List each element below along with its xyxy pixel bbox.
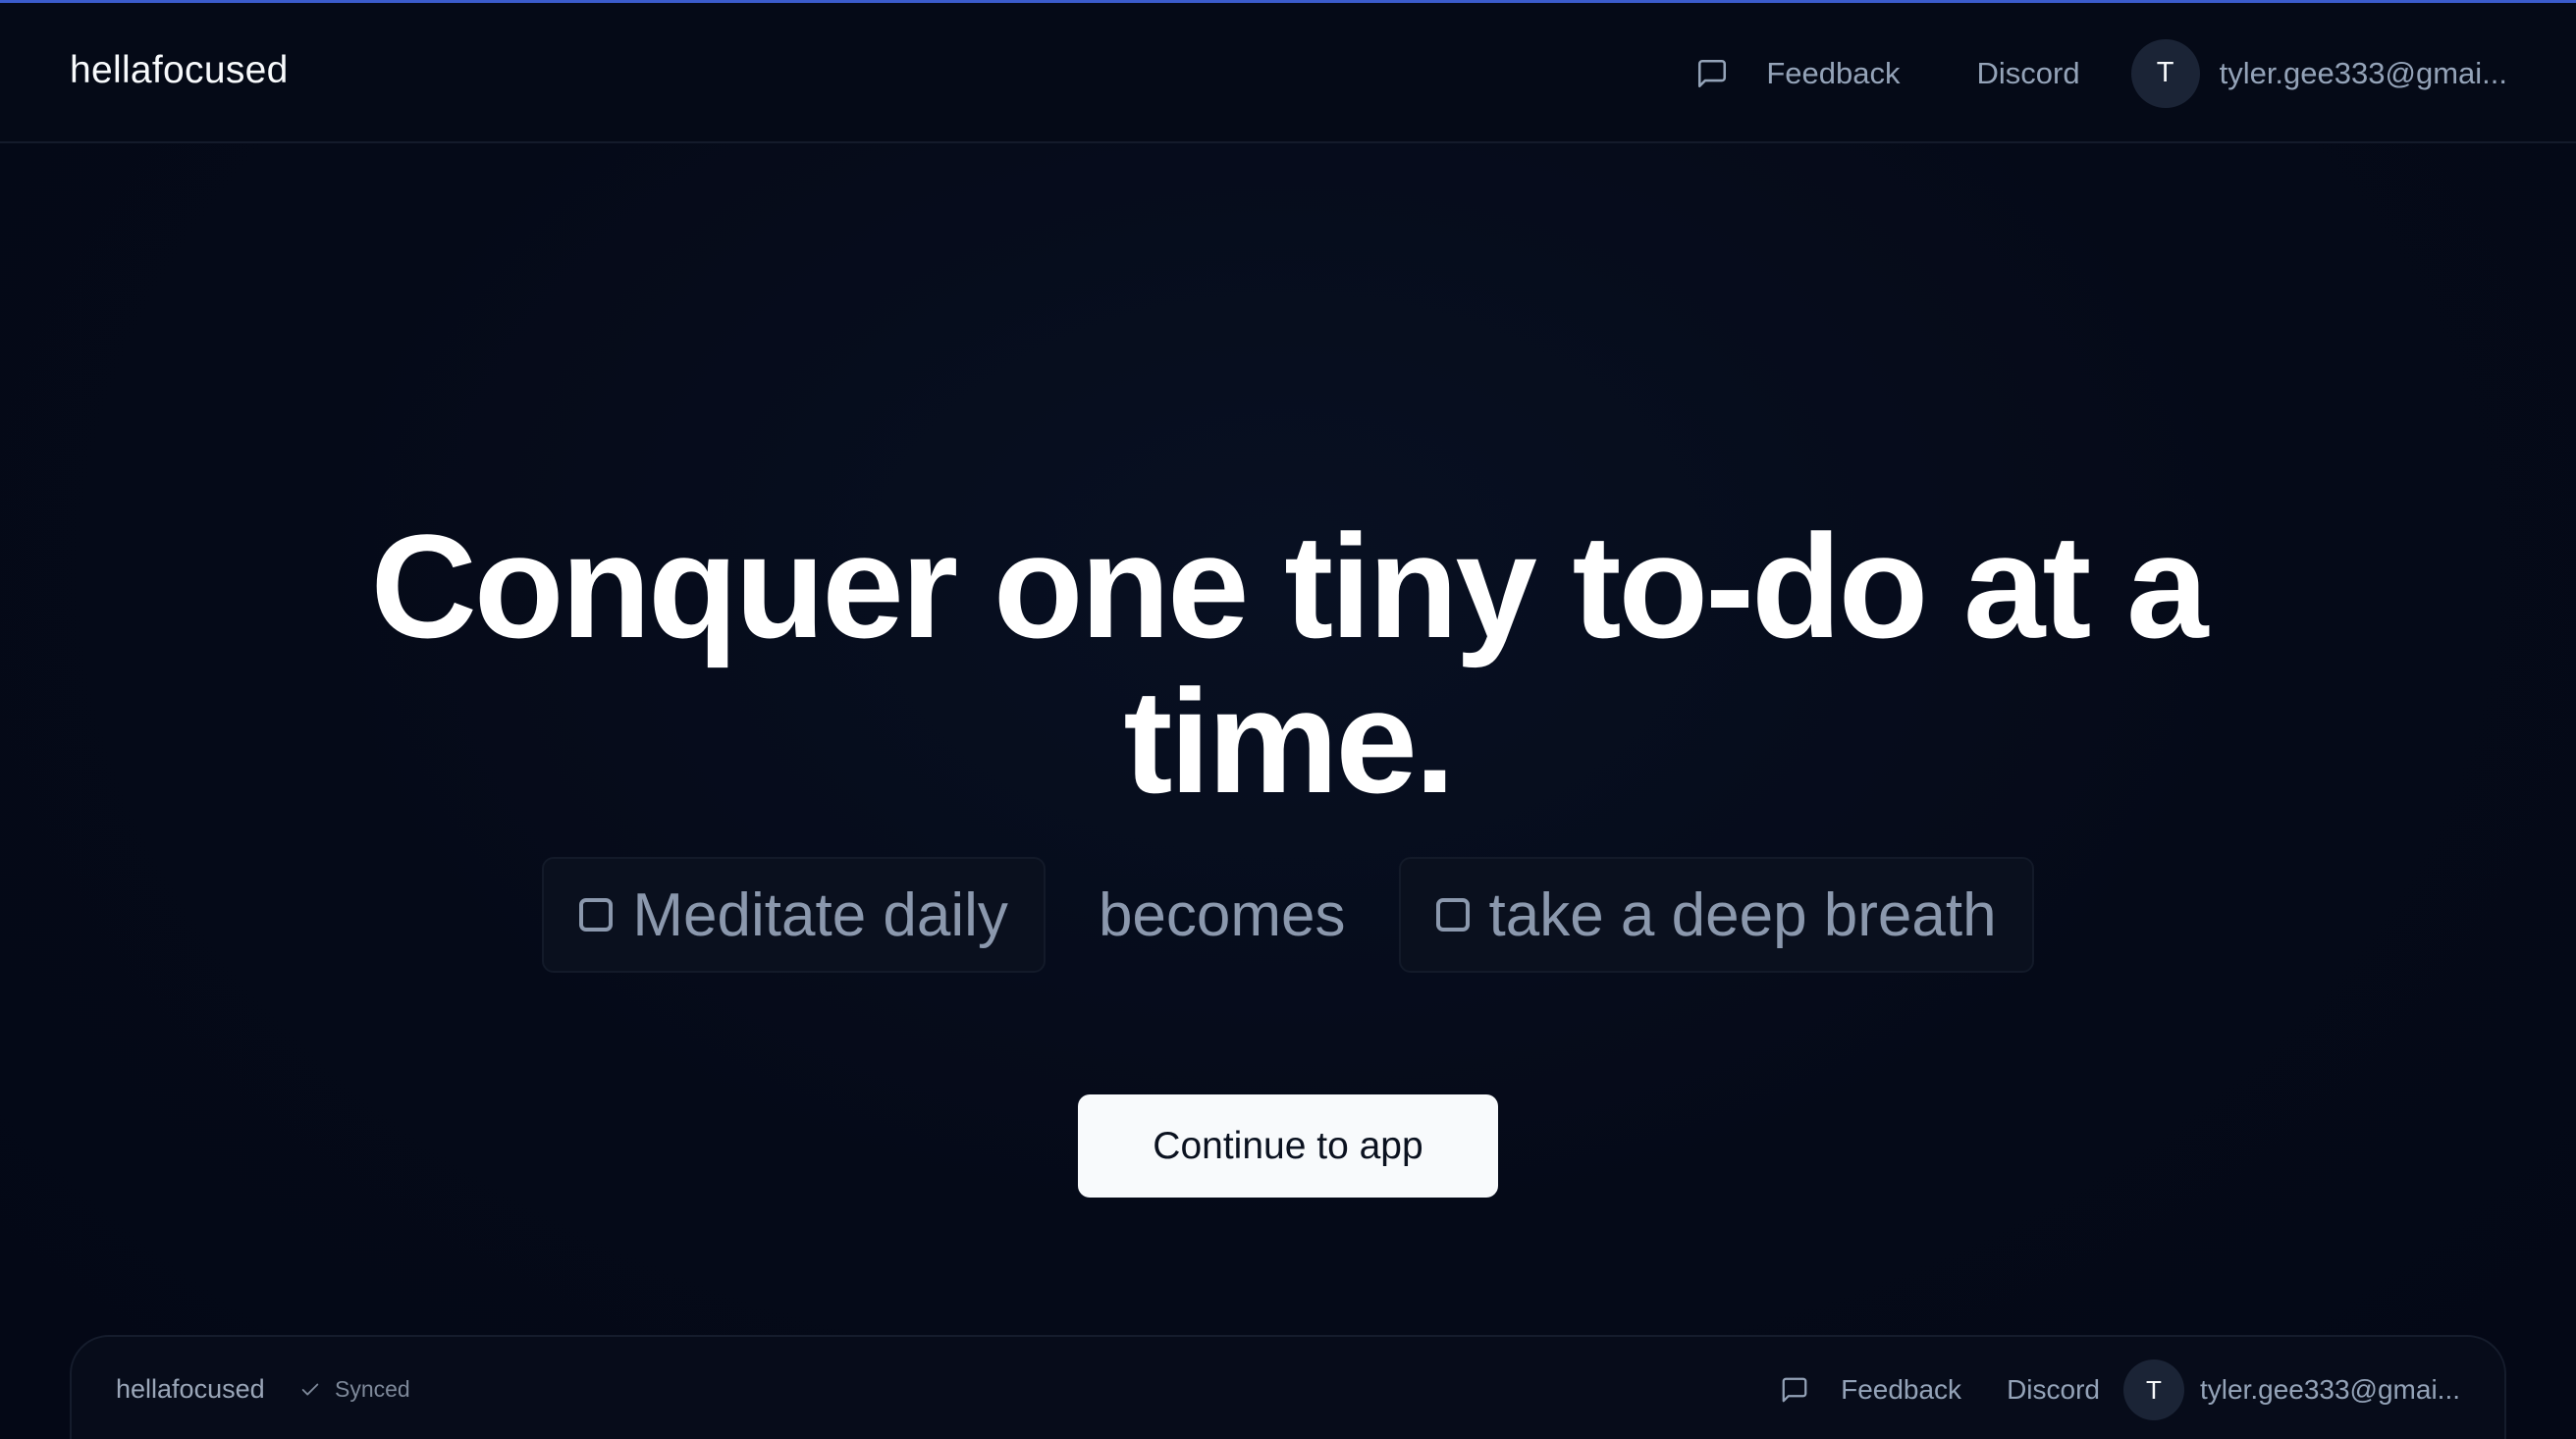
user-email: tyler.gee333@gmai... [2219, 55, 2507, 90]
checkbox-icon [579, 898, 614, 932]
app-preview-panel: hellafocused Synced Feedback Discord T t… [70, 1335, 2506, 1439]
sync-status-label: Synced [335, 1376, 410, 1402]
todo-before-label: Meditate daily [632, 880, 1008, 949]
preview-feedback-link[interactable]: Feedback [1841, 1374, 1961, 1406]
nav-actions: Feedback Discord T tyler.gee333@gmai... [1695, 3, 2507, 143]
user-menu[interactable]: T tyler.gee333@gmai... [2130, 38, 2507, 108]
example-row: Meditate daily becomes take a deep breat… [0, 857, 2576, 973]
avatar: T [2130, 38, 2200, 108]
todo-after-label: take a deep breath [1488, 880, 1997, 949]
todo-example-after: take a deep breath [1398, 857, 2034, 973]
preview-user-email[interactable]: tyler.gee333@gmai... [2200, 1374, 2460, 1406]
hero-title: Conquer one tiny to-do at a time. [0, 508, 2576, 819]
message-square-icon [1695, 57, 1729, 90]
landing-page: hellafocused Feedback Discord T tyler.ge… [0, 0, 2576, 1439]
avatar[interactable]: T [2122, 1359, 2184, 1420]
todo-example-before: Meditate daily [542, 857, 1046, 973]
preview-brand: hellafocused [116, 1374, 265, 1404]
preview-nav-actions: Feedback Discord T tyler.gee333@gmai... [1780, 1337, 2460, 1439]
continue-to-app-button[interactable]: Continue to app [1078, 1094, 1498, 1198]
checkbox-icon [1435, 898, 1470, 932]
discord-link[interactable]: Discord [1976, 56, 2079, 91]
feedback-link[interactable]: Feedback [1695, 56, 1900, 91]
hero-title-line-2: time. [1123, 659, 1455, 824]
brand-logo[interactable]: hellafocused [70, 49, 289, 92]
check-icon [299, 1379, 321, 1401]
top-navbar: hellafocused Feedback Discord T tyler.ge… [0, 3, 2576, 143]
sync-status: Synced [299, 1376, 410, 1403]
message-square-icon [1780, 1375, 1809, 1405]
hero-title-line-1: Conquer one tiny to-do at a [370, 504, 2209, 668]
becomes-connector: becomes [1098, 880, 1346, 949]
feedback-label: Feedback [1766, 55, 1901, 90]
preview-discord-link[interactable]: Discord [2007, 1374, 2100, 1406]
